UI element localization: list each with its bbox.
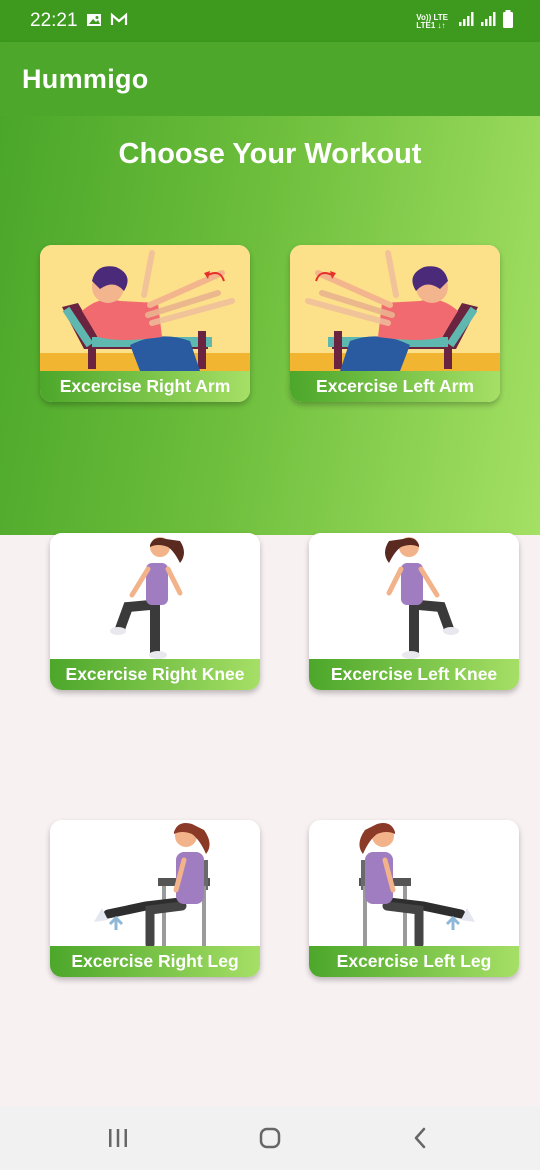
card-right-leg[interactable]: Excercise Right Leg: [50, 820, 260, 977]
navigation-bar: [0, 1106, 540, 1170]
card-label: Excercise Left Arm: [316, 376, 474, 396]
network-sim-text: LTE1 ↓↑: [416, 20, 446, 30]
card-label: Excercise Right Knee: [65, 664, 245, 684]
card-left-leg[interactable]: Excercise Left Leg: [309, 820, 519, 977]
status-bar: 22:21 Vo)) LTE LTE1 ↓↑: [0, 0, 540, 42]
back-icon: [414, 1127, 426, 1149]
card-right-knee[interactable]: Excercise Right Knee: [50, 533, 260, 690]
recent-apps-button[interactable]: [98, 1122, 138, 1154]
signal-icon: [480, 11, 496, 32]
left-arm-illustration: [290, 245, 500, 371]
right-knee-illustration: [50, 533, 260, 659]
home-button[interactable]: [250, 1122, 290, 1154]
right-arm-illustration: [40, 245, 250, 371]
card-right-arm[interactable]: Excercise Right Arm: [40, 245, 250, 402]
card-label: Excercise Right Leg: [71, 951, 239, 971]
app-bar: Hummigo: [0, 42, 540, 116]
page-title: Choose Your Workout: [118, 138, 422, 170]
status-time: 22:21: [30, 10, 78, 31]
card-left-arm[interactable]: Excercise Left Arm: [290, 245, 500, 402]
left-leg-illustration: [309, 820, 519, 946]
card-label: Excercise Left Knee: [330, 664, 498, 684]
card-label: Excercise Right Arm: [59, 376, 231, 396]
card-left-knee[interactable]: Excercise Left Knee: [309, 533, 519, 690]
recent-apps-icon: [109, 1129, 127, 1147]
gmail-icon: [110, 12, 128, 33]
signal-icon: [458, 11, 474, 32]
app-title: Hummigo: [22, 64, 149, 94]
card-label: Excercise Left Leg: [336, 951, 492, 971]
right-leg-illustration: [50, 820, 260, 946]
home-icon: [259, 1127, 281, 1149]
battery-icon: [502, 10, 514, 33]
left-knee-illustration: [309, 533, 519, 659]
gallery-icon: [86, 12, 102, 33]
back-button[interactable]: [400, 1122, 440, 1154]
